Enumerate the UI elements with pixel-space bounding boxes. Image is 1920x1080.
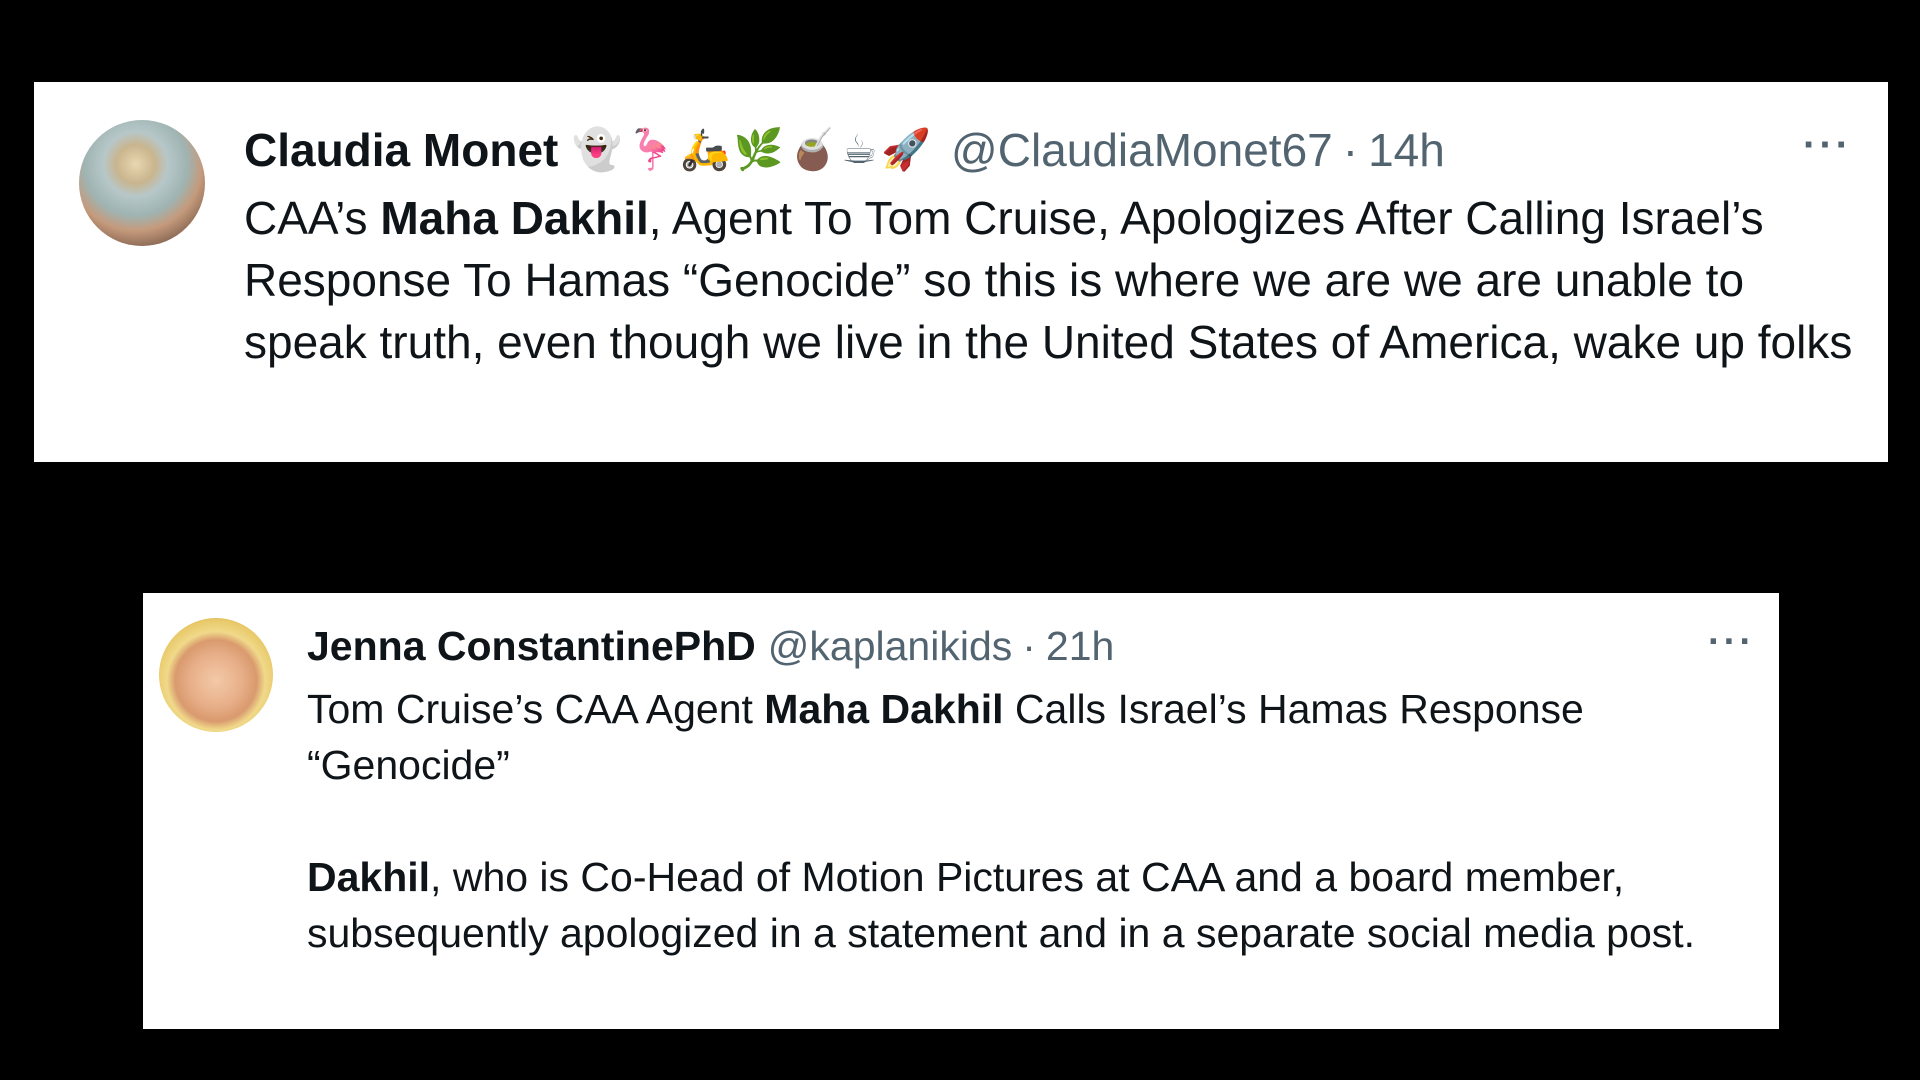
avatar[interactable] xyxy=(79,120,205,246)
timestamp[interactable]: 14h xyxy=(1368,122,1445,178)
more-options-icon[interactable]: ··· xyxy=(1803,120,1852,170)
tweet-text: Tom Cruise’s CAA Agent Maha Dakhil Calls… xyxy=(307,681,1747,961)
author-handle[interactable]: @kaplanikids xyxy=(768,621,1012,671)
author-name[interactable]: Jenna ConstantinePhD xyxy=(307,621,756,671)
more-options-icon[interactable]: ··· xyxy=(1708,617,1755,667)
separator-dot: · xyxy=(1342,124,1359,176)
text-segment: Tom Cruise’s CAA Agent xyxy=(307,686,765,732)
timestamp[interactable]: 21h xyxy=(1046,621,1114,671)
author-emoji-badges: 👻🦩🛵🌿🧉☕🚀 xyxy=(572,127,936,173)
bold-text: Maha Dakhil xyxy=(764,686,1004,732)
separator-dot: · xyxy=(1022,623,1036,669)
tweet-paragraph: CAA’s Maha Dakhil, Agent To Tom Cruise, … xyxy=(244,187,1864,373)
bold-text: Maha Dakhil xyxy=(380,192,649,244)
tweet-header: Jenna ConstantinePhD @kaplanikids · 21h xyxy=(307,621,1114,671)
bold-text: Dakhil xyxy=(307,854,431,900)
tweet-header: Claudia Monet 👻🦩🛵🌿🧉☕🚀 @ClaudiaMonet67 · … xyxy=(244,122,1445,178)
tweet-paragraph: Dakhil, who is Co-Head of Motion Picture… xyxy=(307,849,1747,961)
tweet-paragraph: Tom Cruise’s CAA Agent Maha Dakhil Calls… xyxy=(307,681,1747,793)
text-segment: CAA’s xyxy=(244,192,381,244)
author-handle[interactable]: @ClaudiaMonet67 xyxy=(951,122,1333,178)
text-segment: , who is Co-Head of Motion Pictures at C… xyxy=(307,854,1696,956)
tweet-card-claudia-monet[interactable]: Claudia Monet 👻🦩🛵🌿🧉☕🚀 @ClaudiaMonet67 · … xyxy=(34,82,1888,462)
avatar[interactable] xyxy=(159,618,273,732)
tweet-card-jenna-constantine[interactable]: Jenna ConstantinePhD @kaplanikids · 21h … xyxy=(143,593,1779,1029)
tweet-text: CAA’s Maha Dakhil, Agent To Tom Cruise, … xyxy=(244,187,1864,373)
author-name[interactable]: Claudia Monet xyxy=(244,122,558,178)
